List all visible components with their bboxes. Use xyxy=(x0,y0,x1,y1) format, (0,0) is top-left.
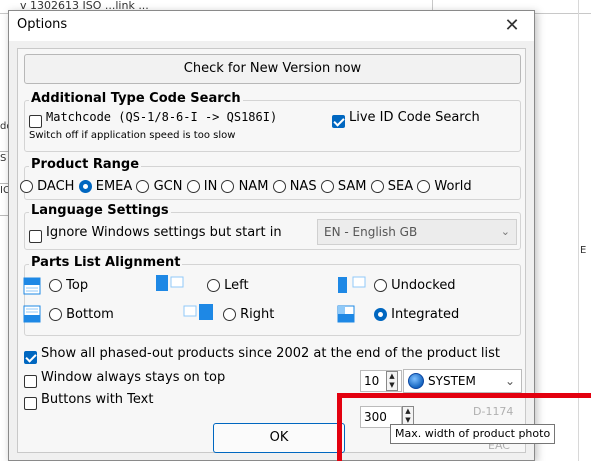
radio-left-label: Left xyxy=(224,278,249,293)
chevron-down-icon: ⌄ xyxy=(500,225,510,238)
layout-left-icon xyxy=(156,275,184,291)
buttons-text-checkbox[interactable] xyxy=(24,393,37,412)
ignore-windows-checkbox[interactable] xyxy=(29,226,42,245)
language-value: EN - English GB xyxy=(324,225,418,239)
font-size-value: 10 xyxy=(364,374,380,388)
layout-integrated-icon xyxy=(337,305,355,323)
radio-right[interactable]: Right xyxy=(223,307,274,322)
product-range-options: DACH EMEA GCN IN NAM NAS SAM SEA World xyxy=(20,179,472,194)
show-phased-label: Show all phased-out products since 2002 … xyxy=(41,346,501,361)
radio-undocked[interactable]: Undocked xyxy=(374,278,456,293)
layout-undocked-icon xyxy=(338,276,366,293)
radio-nas-label: NAS xyxy=(289,179,317,194)
layout-bottom-icon xyxy=(23,305,41,323)
radio-emea-label: EMEA xyxy=(95,179,133,194)
matchcode-label: Matchcode (QS-1/8-6-I -> QS186I) xyxy=(46,110,278,124)
type-code-title: Additional Type Code Search xyxy=(29,91,243,106)
check-version-button[interactable]: Check for New Version now xyxy=(24,54,521,84)
parts-list-group: Parts List Alignment Top Left Undocked B… xyxy=(23,255,521,336)
background-left-fragment: dd S IC xyxy=(0,120,8,320)
layout-right-icon xyxy=(183,304,213,320)
dialog-title: Options xyxy=(17,17,68,32)
ok-button[interactable]: OK xyxy=(213,423,345,453)
radio-world[interactable] xyxy=(417,180,431,193)
product-range-group: Product Range DACH EMEA GCN IN NAM NAS S… xyxy=(20,157,521,200)
radio-top[interactable]: Top xyxy=(49,278,88,293)
language-title: Language Settings xyxy=(29,203,171,218)
radio-integrated[interactable]: Integrated xyxy=(374,307,459,322)
background-left-row: IC xyxy=(0,184,8,216)
type-code-group: Additional Type Code Search Matchcode (Q… xyxy=(24,91,521,152)
radio-in-label: IN xyxy=(203,179,218,194)
live-id-label: Live ID Code Search xyxy=(349,110,480,125)
chevron-down-icon: ⌄ xyxy=(504,374,515,388)
background-right-letter: E xyxy=(580,245,587,256)
radio-integrated-label: Integrated xyxy=(391,307,460,322)
ignore-windows-label: Ignore Windows settings but start in xyxy=(46,225,282,240)
background-right-divider xyxy=(578,0,579,461)
theme-value: SYSTEM xyxy=(428,374,476,388)
buttons-text-label: Buttons with Text xyxy=(41,392,154,407)
radio-bottom-label: Bottom xyxy=(66,307,114,322)
theme-select[interactable]: SYSTEM ⌄ xyxy=(403,369,522,393)
close-icon[interactable]: ✕ xyxy=(490,11,534,41)
radio-in[interactable] xyxy=(186,180,200,193)
language-select[interactable]: EN - English GB ⌄ xyxy=(317,219,517,245)
radio-sam[interactable] xyxy=(320,180,334,193)
photo-width-tooltip: Max. width of product photo xyxy=(390,424,556,444)
always-top-label: Window always stays on top xyxy=(41,370,226,385)
product-range-title: Product Range xyxy=(29,157,142,172)
radio-nam-label: NAM xyxy=(238,179,269,194)
layout-top-icon xyxy=(23,277,41,295)
matchcode-checkbox[interactable] xyxy=(29,111,42,130)
radio-gcn[interactable] xyxy=(136,180,150,193)
globe-icon xyxy=(408,373,424,389)
radio-nam[interactable] xyxy=(221,180,235,193)
radio-nas[interactable] xyxy=(272,180,286,193)
radio-bottom[interactable]: Bottom xyxy=(49,307,114,322)
background-left-row: dd xyxy=(0,120,8,152)
radio-world-label: World xyxy=(434,179,472,194)
language-group: Language Settings Ignore Windows setting… xyxy=(24,203,521,250)
radio-left[interactable]: Left xyxy=(207,278,249,293)
type-code-hint: Switch off if application speed is too s… xyxy=(29,130,236,141)
radio-sea-label: SEA xyxy=(387,179,414,194)
live-id-checkbox[interactable] xyxy=(332,111,345,130)
radio-right-label: Right xyxy=(240,307,275,322)
radio-top-label: Top xyxy=(66,278,89,293)
radio-dach-label: DACH xyxy=(37,179,75,194)
background-left-row: S xyxy=(0,152,8,184)
radio-emea[interactable] xyxy=(78,180,92,193)
radio-gcn-label: GCN xyxy=(153,179,183,194)
radio-undocked-label: Undocked xyxy=(391,278,456,293)
font-size-stepper-icon[interactable]: ▲ ▼ xyxy=(386,371,398,391)
radio-sea[interactable] xyxy=(370,180,384,193)
dialog-titlebar[interactable]: Options ✕ xyxy=(9,11,534,41)
always-top-checkbox[interactable] xyxy=(24,371,37,390)
show-phased-checkbox[interactable] xyxy=(24,347,37,366)
radio-sam-label: SAM xyxy=(337,179,367,194)
radio-dach[interactable] xyxy=(20,180,33,193)
parts-list-title: Parts List Alignment xyxy=(29,255,183,270)
